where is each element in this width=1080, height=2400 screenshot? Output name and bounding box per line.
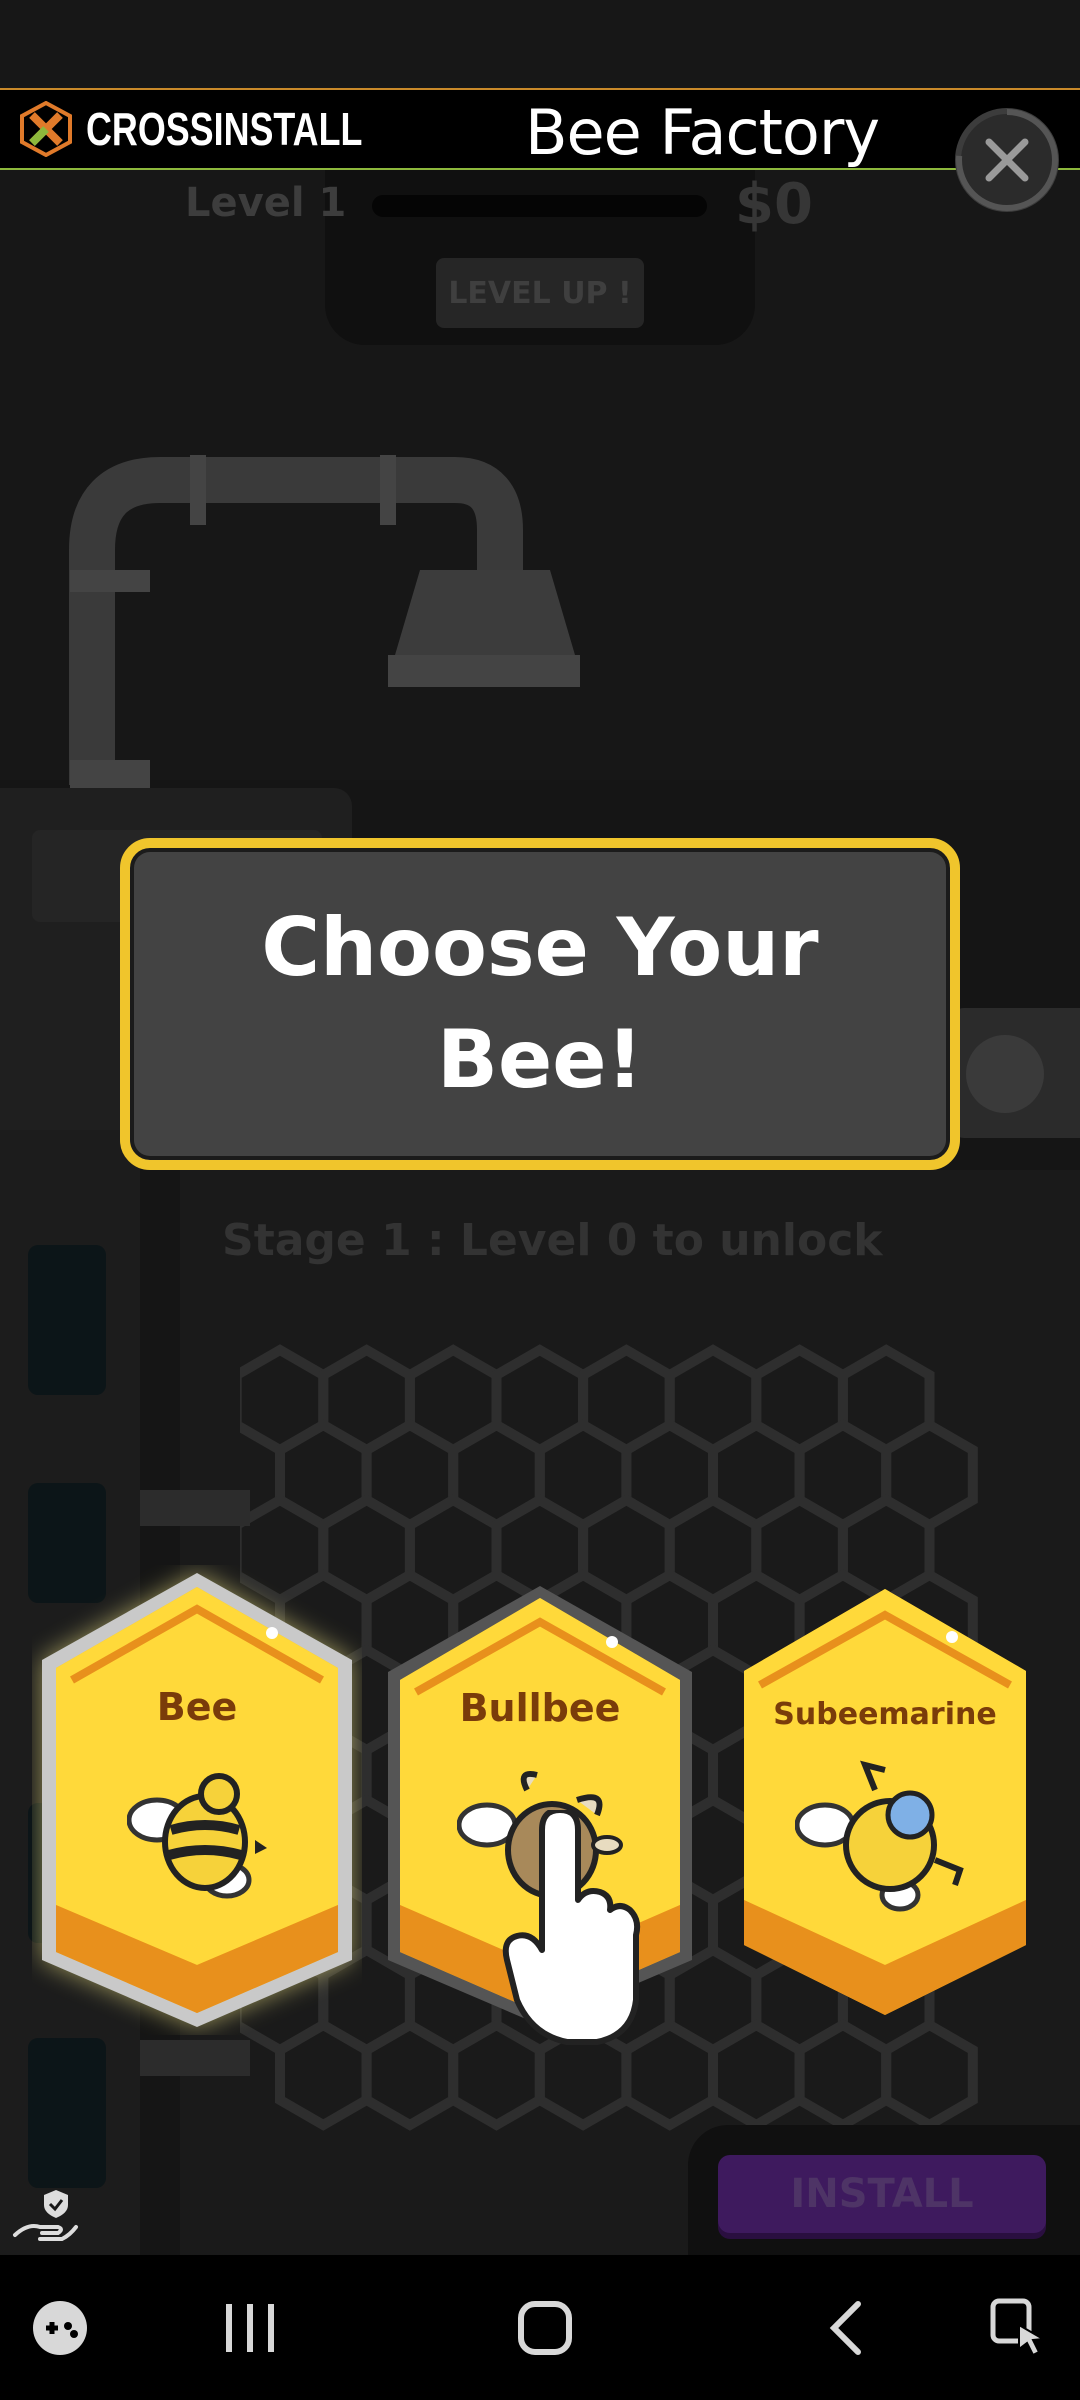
home-icon (518, 2300, 572, 2355)
honeycomb-cell (881, 2019, 978, 2131)
edit-circle-icon (966, 1035, 1044, 1113)
subeemarine-icon (795, 1760, 964, 1912)
home-button[interactable] (495, 2255, 595, 2400)
close-button[interactable] (955, 108, 1059, 212)
accessibility-button[interactable] (975, 2255, 1065, 2400)
pointer-hand-icon (502, 1810, 641, 2045)
brand: CROSSINSTALL (18, 100, 440, 158)
bee-card-subeemarine[interactable]: Subeemarine (740, 1585, 1030, 2020)
level-label: Level 1 (185, 180, 347, 226)
back-button[interactable] (795, 2255, 895, 2400)
honeycomb-cell (794, 2019, 892, 2131)
brand-name: CROSSINSTALL (86, 103, 363, 155)
system-nav-bar (0, 2255, 1080, 2400)
bullbee-card-label: Bullbee (459, 1686, 621, 1730)
bee-card-bee[interactable]: Bee (32, 1565, 362, 2035)
connector-bar (140, 2040, 250, 2076)
level-bar: Level 1 $0 (0, 170, 1080, 240)
game-launcher-icon (33, 2300, 87, 2355)
recent-apps-icon (226, 2303, 274, 2352)
bee-icon (127, 1773, 267, 1899)
ad-title: Bee Factory (525, 96, 880, 169)
install-button[interactable]: INSTALL (718, 2155, 1046, 2233)
pipe-graphic (69, 455, 580, 790)
privacy-hand-icon[interactable] (10, 2185, 80, 2250)
level-up-button[interactable]: LEVEL UP ! (436, 258, 644, 328)
connector-bar (140, 1490, 250, 1526)
honeycomb-cell (708, 2019, 805, 2131)
honeycomb-cell (275, 2019, 372, 2131)
bee-card-label: Bee (156, 1685, 238, 1729)
subeemarine-card-label: Subeemarine (773, 1697, 997, 1732)
slot-4 (28, 2038, 106, 2188)
close-icon (956, 109, 1058, 211)
bee-card-bullbee[interactable]: Bullbee (382, 1580, 698, 2045)
crossinstall-logo-icon (20, 101, 72, 157)
recent-apps-button[interactable] (200, 2255, 300, 2400)
popup-title: Choose Your Bee! (261, 901, 819, 1106)
slot-1 (28, 1245, 106, 1395)
back-icon (829, 2300, 861, 2355)
stage-text: Stage 1 : Level 0 to unlock (222, 1215, 883, 1266)
game-launcher-button[interactable] (20, 2255, 100, 2400)
accessibility-icon (990, 2298, 1047, 2356)
ad-header: CROSSINSTALL Bee Factory (0, 90, 1080, 170)
level-progress-bar (372, 195, 707, 217)
money-counter: $0 (735, 172, 813, 237)
honeycomb-cell (361, 2019, 459, 2131)
choose-bee-popup: Choose Your Bee! (120, 838, 960, 1170)
